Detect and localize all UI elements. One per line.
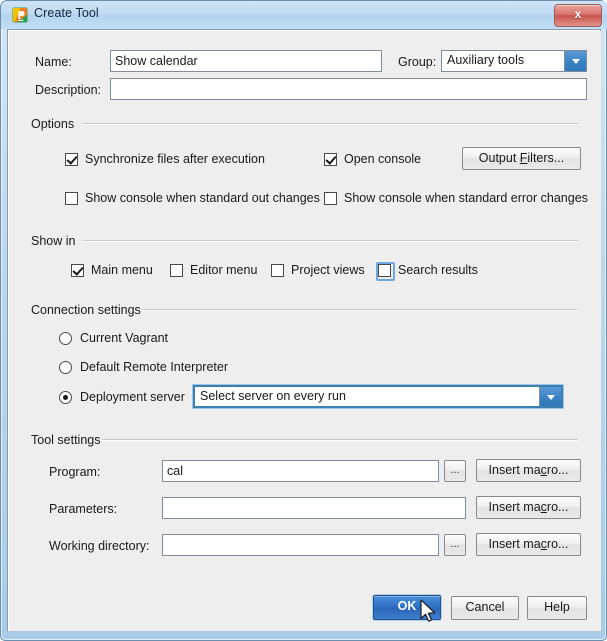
help-button[interactable]: Help — [527, 596, 587, 620]
name-label: Name: — [35, 55, 72, 69]
dialog-footer: OK Cancel Help — [9, 585, 601, 631]
checkbox-box — [271, 263, 284, 277]
chevron-down-icon[interactable] — [564, 51, 586, 71]
radio-default-remote-interpreter[interactable]: Default Remote Interpreter — [59, 360, 228, 374]
radio-deployment-server[interactable]: Deployment server — [59, 390, 185, 404]
working-directory-label: Working directory: — [49, 539, 150, 553]
window-title: Create Tool — [34, 6, 99, 20]
checkbox-box — [324, 152, 337, 166]
title-bar[interactable]: Create Tool x — [1, 1, 607, 29]
program-label: Program: — [49, 465, 101, 479]
checkbox-label: Editor menu — [190, 263, 258, 277]
checkbox-box — [170, 263, 183, 277]
program-browse-button[interactable]: ... — [444, 460, 466, 482]
radio-circle — [59, 390, 72, 404]
program-browse-label: ... — [450, 464, 460, 476]
working-directory-insert-macro-button[interactable]: Insert macro... — [476, 533, 581, 556]
connection-settings-group-rule — [142, 309, 578, 311]
radio-label: Default Remote Interpreter — [80, 360, 228, 374]
description-label: Description: — [35, 83, 101, 97]
dialog-client-inner: Name: Group: Auxiliary tools Description… — [8, 30, 601, 631]
deployment-server-combo[interactable]: Select server on every run — [193, 385, 563, 408]
parameters-label: Parameters: — [49, 502, 118, 516]
checkbox-main-menu[interactable]: Main menu — [71, 263, 153, 277]
insert-macro-mnemonic: c — [540, 463, 547, 477]
parameters-input[interactable] — [162, 497, 466, 519]
ok-button-label: OK — [397, 599, 417, 613]
chevron-down-icon[interactable] — [539, 387, 561, 406]
options-group-rule — [82, 123, 578, 125]
close-glyph: x — [574, 7, 582, 21]
ok-button[interactable]: OK — [373, 595, 441, 620]
parameters-insert-macro-button[interactable]: Insert macro... — [476, 496, 581, 519]
insert-macro-mnemonic: c — [540, 500, 547, 514]
show-in-group-title: Show in — [31, 234, 76, 248]
options-group-title: Options — [31, 117, 75, 131]
radio-label: Current Vagrant — [80, 331, 169, 345]
checkbox-label: Show console when standard out changes — [85, 191, 320, 205]
output-filters-button[interactable]: Output Filters... — [462, 147, 581, 170]
radio-circle — [59, 360, 72, 374]
show-in-group-rule — [83, 240, 578, 242]
insert-macro-label: Insert macro... — [488, 537, 569, 551]
radio-label: Deployment server — [80, 390, 185, 404]
checkbox-show-console-stdout[interactable]: Show console when standard out changes — [65, 191, 320, 205]
checkbox-label: Open console — [344, 152, 422, 166]
checkbox-search-results[interactable]: Search results — [376, 261, 478, 281]
tool-settings-group-title: Tool settings — [31, 433, 101, 447]
checkbox-open-console[interactable]: Open console — [324, 152, 421, 166]
checkbox-show-console-stderr[interactable]: Show console when standard error changes — [324, 191, 588, 205]
group-combo[interactable]: Auxiliary tools — [441, 50, 587, 72]
radio-circle — [59, 331, 72, 345]
checkbox-sync-files[interactable]: Synchronize files after execution — [65, 152, 265, 166]
close-icon[interactable]: x — [554, 4, 602, 27]
tool-settings-group-rule — [102, 439, 578, 441]
cancel-button-label: Cancel — [465, 600, 505, 614]
checkbox-label: Project views — [291, 263, 365, 277]
name-input[interactable] — [110, 50, 382, 72]
program-insert-macro-button[interactable]: Insert macro... — [476, 459, 581, 482]
output-filters-label-rest: ilters... — [527, 151, 565, 165]
program-input[interactable] — [162, 460, 439, 482]
checkbox-box — [65, 191, 78, 205]
checkbox-box — [376, 261, 395, 281]
working-directory-browse-button[interactable]: ... — [444, 534, 466, 556]
focus-ring — [376, 261, 395, 281]
help-button-label: Help — [544, 600, 570, 614]
working-directory-input[interactable] — [162, 534, 439, 556]
pycharm-logo-icon — [12, 7, 28, 23]
cancel-button[interactable]: Cancel — [451, 596, 519, 620]
checkbox-label: Main menu — [91, 263, 153, 277]
checkbox-label: Show console when standard error changes — [344, 191, 588, 205]
description-input[interactable] — [110, 78, 587, 100]
output-filters-label: Output Filters... — [478, 151, 565, 165]
insert-macro-label: Insert macro... — [488, 463, 569, 477]
dialog-window: Create Tool x Name: Group: Auxiliary too… — [0, 0, 607, 641]
checkbox-box — [324, 191, 337, 205]
radio-current-vagrant[interactable]: Current Vagrant — [59, 331, 168, 345]
deployment-server-combo-value: Select server on every run — [200, 389, 346, 403]
checkbox-box — [71, 263, 84, 277]
checkbox-box — [65, 152, 78, 166]
connection-settings-group-title: Connection settings — [31, 303, 141, 317]
group-label: Group: — [398, 55, 437, 69]
checkbox-editor-menu[interactable]: Editor menu — [170, 263, 257, 277]
group-combo-value: Auxiliary tools — [447, 53, 525, 67]
create-tool-form: Name: Group: Auxiliary tools Description… — [9, 31, 601, 631]
insert-macro-label: Insert macro... — [488, 500, 569, 514]
working-directory-browse-label: ... — [450, 538, 460, 550]
checkbox-label: Search results — [398, 263, 478, 277]
checkbox-label: Synchronize files after execution — [85, 152, 265, 166]
dialog-client-area: Name: Group: Auxiliary tools Description… — [7, 29, 601, 631]
checkbox-project-views[interactable]: Project views — [271, 263, 365, 277]
insert-macro-mnemonic: c — [540, 537, 547, 551]
